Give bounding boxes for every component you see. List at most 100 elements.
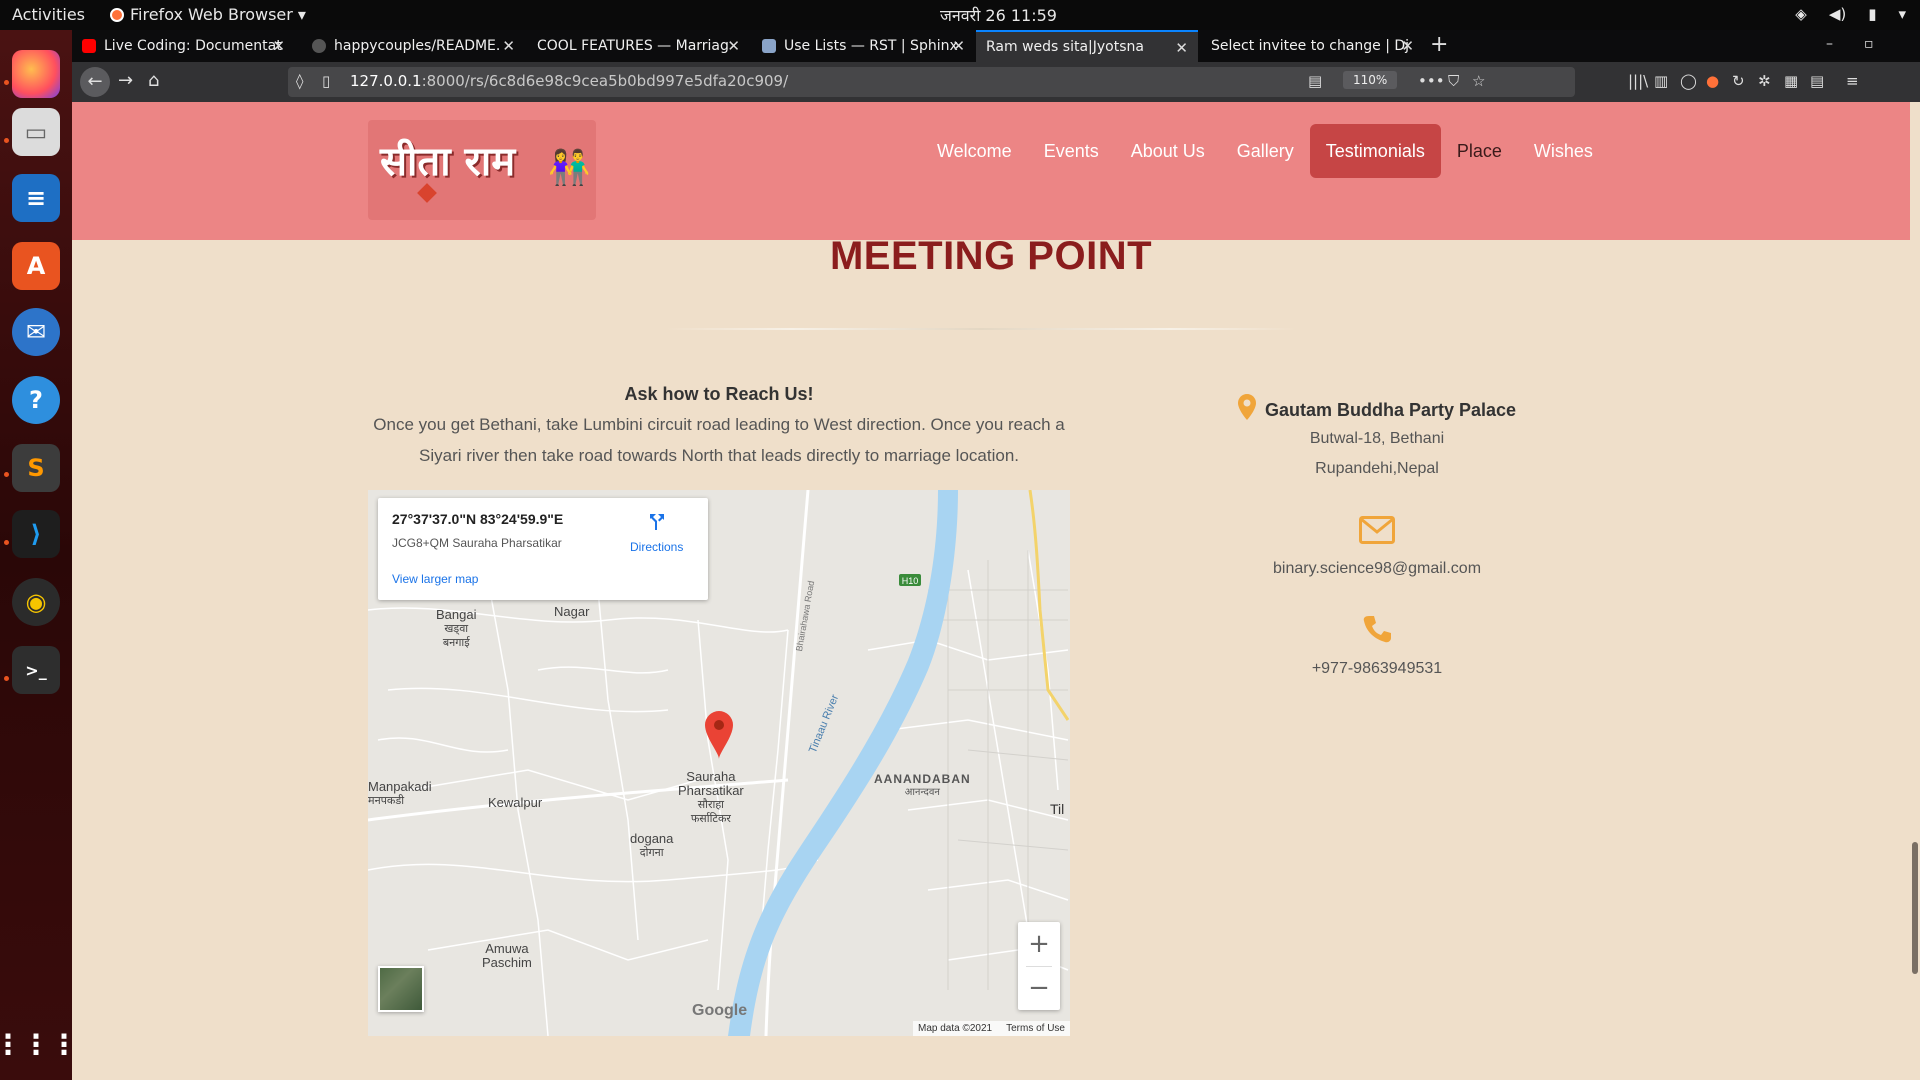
nav-testimonials[interactable]: Testimonials	[1309, 124, 1441, 178]
firefox-launcher-icon[interactable]	[12, 50, 60, 98]
files-launcher-icon[interactable]: ▭	[12, 108, 60, 156]
new-tab-button[interactable]: +	[1430, 32, 1448, 57]
software-launcher-icon[interactable]: A	[12, 242, 60, 290]
terminal-launcher-icon[interactable]: >_	[12, 646, 60, 694]
nav-place[interactable]: Place	[1441, 124, 1518, 178]
nav-gallery[interactable]: Gallery	[1221, 124, 1310, 178]
account-icon[interactable]: ◯	[1680, 72, 1697, 90]
page-scrollbar[interactable]	[1910, 102, 1920, 1080]
venue-name-text: Gautam Buddha Party Palace	[1264, 400, 1517, 420]
help-launcher-icon[interactable]: ?	[12, 376, 60, 424]
system-top-bar: Activities Firefox Web Browser ▾ जनवरी 2…	[0, 0, 1920, 30]
pocket-icon[interactable]: ⛉	[1448, 72, 1459, 90]
zoom-in-button[interactable]: +	[1018, 922, 1060, 966]
map-info-card: 27°37'37.0"N 83°24'59.9"E JCG8+QM Saurah…	[378, 498, 708, 600]
map-label-sauraha: Sauraha Pharsatikar सौराहा फर्साटिकर	[678, 769, 744, 826]
map-label-aanandaban: AANANDABAN आनन्दवन	[874, 772, 971, 798]
map-attribution: Map data ©2021 Terms of Use	[913, 1021, 1070, 1036]
running-indicator	[4, 676, 9, 681]
maximize-button[interactable]: ▫	[1864, 36, 1874, 52]
tab-select-invitee[interactable]: Select invitee to change | Dj ✕	[1201, 30, 1424, 62]
youtube-icon	[82, 39, 96, 53]
extension-icon[interactable]: ●	[1706, 72, 1719, 90]
page-info-icon[interactable]: ▯	[322, 72, 330, 90]
phone-icon	[1187, 614, 1567, 644]
close-icon[interactable]: ✕	[1401, 37, 1414, 55]
contact-email[interactable]: binary.science98@gmail.com	[1187, 560, 1567, 578]
directions-link[interactable]: Directions	[630, 540, 683, 554]
tab-readme[interactable]: happycouples/README. ✕	[302, 30, 525, 62]
hamburger-menu-icon[interactable]: ≡	[1846, 72, 1859, 90]
nav-welcome[interactable]: Welcome	[921, 124, 1028, 178]
github-icon	[312, 39, 326, 53]
tab-title: Use Lists — RST | Sphinx	[784, 38, 958, 54]
close-icon[interactable]: ✕	[502, 37, 515, 55]
nav-events[interactable]: Events	[1028, 124, 1115, 178]
writer-launcher-icon[interactable]: ≡	[12, 174, 60, 222]
tab-cool-features[interactable]: COOL FEATURES — Marriag ✕	[527, 30, 750, 62]
app-menu[interactable]: Firefox Web Browser ▾	[110, 5, 306, 24]
thunderbird-launcher-icon[interactable]: ✉	[12, 308, 60, 356]
running-indicator	[4, 540, 9, 545]
tab-ram-weds-sita[interactable]: Ram weds sita|Jyotsna ✕	[976, 30, 1198, 62]
close-icon[interactable]: ✕	[272, 37, 285, 55]
show-apps-icon[interactable]: ⋮⋮⋮	[0, 1020, 78, 1068]
nav-wishes[interactable]: Wishes	[1518, 124, 1609, 178]
app-menu-label: Firefox Web Browser ▾	[130, 5, 306, 24]
reach-heading: Ask how to Reach Us!	[624, 384, 814, 404]
scrollbar-thumb[interactable]	[1912, 842, 1918, 974]
map-label-amuwa: Amuwa Paschim	[482, 941, 532, 970]
envelope-icon	[1187, 516, 1567, 544]
library-icon[interactable]: |||\	[1628, 72, 1648, 90]
terms-of-use-link[interactable]: Terms of Use	[1006, 1023, 1065, 1034]
back-button[interactable]: ←	[80, 67, 110, 97]
document-icon	[762, 39, 776, 53]
tab-title: COOL FEATURES — Marriag	[537, 38, 729, 54]
nav-about-us[interactable]: About Us	[1115, 124, 1221, 178]
tab-live-coding[interactable]: Live Coding: Documentat ✕	[72, 30, 295, 62]
reload-extension-icon[interactable]: ↻	[1732, 72, 1745, 90]
vscode-launcher-icon[interactable]: ⟩	[12, 510, 60, 558]
site-logo[interactable]: सीता राम 👫	[368, 120, 596, 220]
tab-use-lists[interactable]: Use Lists — RST | Sphinx ✕	[752, 30, 975, 62]
bookmark-star-icon[interactable]: ☆	[1472, 72, 1485, 90]
url-text[interactable]: 127.0.0.1:8000/rs/6c8d6e98c9cea5b0bd997e…	[350, 72, 788, 90]
site-header: सीता राम 👫 Welcome Events About Us Galle…	[72, 102, 1910, 240]
minimize-button[interactable]: –	[1826, 36, 1833, 52]
forward-button[interactable]: →	[118, 70, 133, 91]
directions-icon[interactable]	[646, 510, 668, 532]
address-bar[interactable]: ◊ ▯ 127.0.0.1:8000/rs/6c8d6e98c9cea5b0bd…	[288, 67, 1575, 97]
close-icon[interactable]: ✕	[727, 37, 740, 55]
running-indicator	[4, 138, 9, 143]
contact-phone[interactable]: +977-9863949531	[1187, 660, 1567, 678]
google-map[interactable]: H10 Bangai खड्वा बनगाई Nagar Sauraha Pha…	[368, 490, 1070, 1036]
running-indicator	[4, 80, 9, 85]
reader-view-icon[interactable]: ▤	[1308, 72, 1322, 90]
zoom-indicator[interactable]: 110%	[1343, 71, 1398, 89]
tracking-protection-icon[interactable]: ◊	[296, 72, 303, 90]
notes-extension-icon[interactable]: ▤	[1810, 72, 1824, 90]
logo-text: सीता राम	[380, 138, 516, 185]
sublime-launcher-icon[interactable]: S	[12, 444, 60, 492]
address-line-2: Rupandehi,Nepal	[1315, 460, 1439, 477]
close-icon[interactable]: ✕	[952, 37, 965, 55]
couple-icon: 👫	[548, 148, 591, 188]
map-coordinates: 27°37'37.0"N 83°24'59.9"E	[392, 511, 564, 527]
close-icon[interactable]: ✕	[1175, 39, 1188, 57]
clock[interactable]: जनवरी 26 11:59	[940, 4, 1057, 26]
map-pin-icon	[1237, 394, 1256, 420]
home-button[interactable]: ⌂	[148, 70, 159, 91]
system-tray[interactable]: ◈ ◀) ▮ ▾	[1795, 5, 1906, 23]
page-actions-icon[interactable]: •••	[1418, 72, 1445, 90]
activities-button[interactable]: Activities	[12, 5, 85, 24]
navigation-toolbar: ← → ⌂ ◊ ▯ 127.0.0.1:8000/rs/6c8d6e98c9ce…	[72, 62, 1920, 102]
sidebar-icon[interactable]: ▥	[1654, 72, 1668, 90]
highway-shield: H10	[902, 576, 919, 586]
view-larger-map-link[interactable]: View larger map	[392, 572, 478, 586]
rhythmbox-launcher-icon[interactable]: ◉	[12, 578, 60, 626]
zoom-out-button[interactable]: −	[1018, 966, 1060, 1010]
satellite-toggle[interactable]	[378, 966, 424, 1012]
battery-icon: ▮	[1868, 5, 1877, 23]
toolbar-extension-icon[interactable]: ▦	[1784, 72, 1798, 90]
react-devtools-icon[interactable]: ✲	[1758, 72, 1771, 90]
